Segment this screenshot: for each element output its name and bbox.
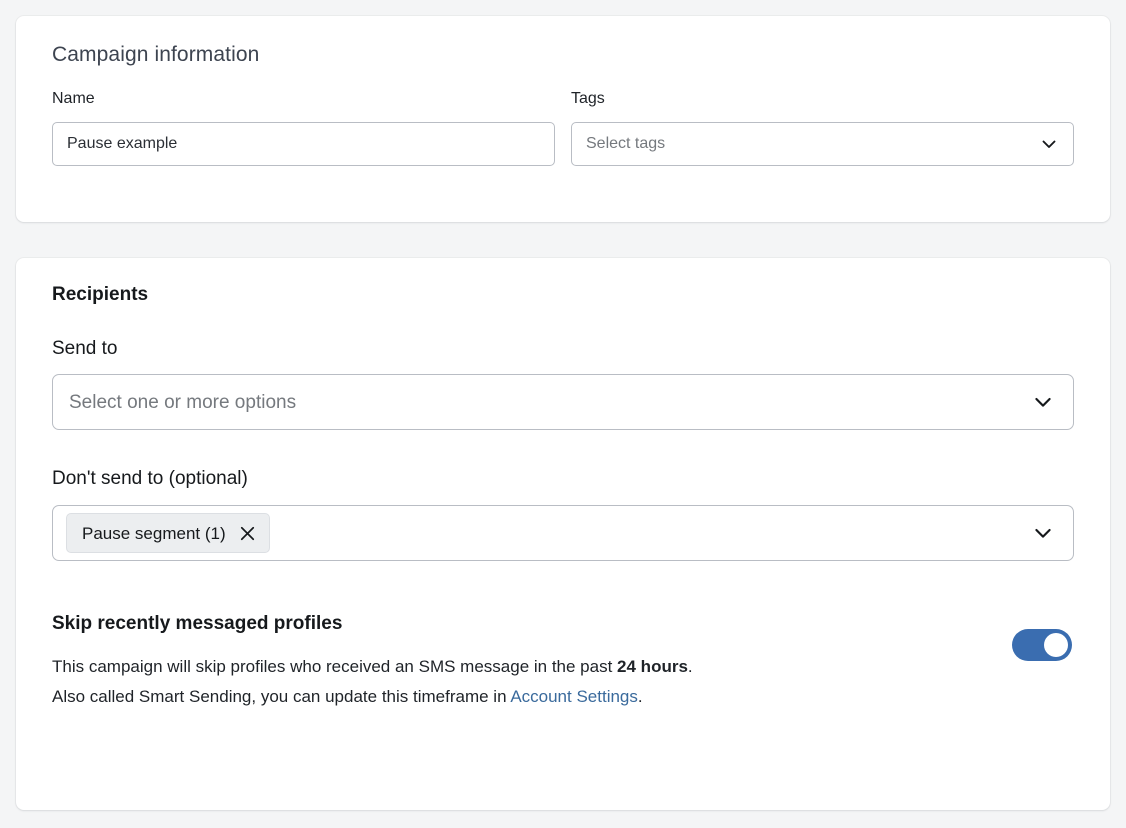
toggle-knob — [1044, 633, 1068, 657]
campaign-tags-select[interactable]: Select tags — [571, 122, 1074, 166]
campaign-information-title: Campaign information — [52, 42, 1074, 67]
dont-send-to-select[interactable]: Pause segment (1) — [52, 505, 1074, 561]
dont-send-to-field-group: Don't send to (optional) Pause segment (… — [52, 467, 1074, 561]
chevron-down-icon — [1031, 521, 1055, 545]
smart-sending-line1-prefix: This campaign will skip profiles who rec… — [52, 657, 617, 676]
smart-sending-line-1: This campaign will skip profiles who rec… — [52, 652, 992, 682]
campaign-name-label: Name — [52, 89, 555, 110]
campaign-information-card: Campaign information Name Pause example … — [16, 16, 1110, 222]
smart-sending-timeframe: 24 hours — [617, 657, 688, 676]
smart-sending-line2-prefix: Also called Smart Sending, you can updat… — [52, 687, 510, 706]
dont-send-to-label: Don't send to (optional) — [52, 467, 1074, 492]
campaign-editor-page: Campaign information Name Pause example … — [0, 0, 1126, 828]
chip-label: Pause segment (1) — [82, 525, 226, 542]
smart-sending-line-2: Also called Smart Sending, you can updat… — [52, 682, 992, 712]
smart-sending-line1-suffix: . — [688, 657, 693, 676]
recipients-card: Recipients Send to Select one or more op… — [16, 258, 1110, 810]
smart-sending-title: Skip recently messaged profiles — [52, 613, 1074, 636]
smart-sending-line2-suffix: . — [638, 687, 643, 706]
account-settings-link[interactable]: Account Settings — [510, 687, 638, 706]
recipients-title: Recipients — [52, 284, 1074, 307]
selected-segment-chip[interactable]: Pause segment (1) — [66, 513, 270, 553]
send-to-placeholder: Select one or more options — [69, 393, 296, 412]
campaign-name-input[interactable]: Pause example — [52, 122, 555, 166]
campaign-fields-row: Name Pause example Tags Select tags — [52, 89, 1074, 166]
campaign-tags-label: Tags — [571, 89, 1074, 110]
send-to-field-group: Send to Select one or more options — [52, 337, 1074, 431]
send-to-select[interactable]: Select one or more options — [52, 374, 1074, 430]
smart-sending-block: Skip recently messaged profiles This cam… — [52, 613, 1074, 712]
close-icon[interactable] — [239, 525, 256, 542]
chevron-down-icon — [1039, 134, 1059, 154]
smart-sending-description: This campaign will skip profiles who rec… — [52, 652, 992, 712]
campaign-tags-field-group: Tags Select tags — [571, 89, 1074, 166]
campaign-name-field-group: Name Pause example — [52, 89, 555, 166]
chevron-down-icon — [1031, 390, 1055, 414]
campaign-name-value: Pause example — [67, 136, 177, 152]
smart-sending-toggle[interactable] — [1012, 629, 1072, 661]
send-to-label: Send to — [52, 337, 1074, 362]
campaign-tags-placeholder: Select tags — [586, 136, 665, 152]
